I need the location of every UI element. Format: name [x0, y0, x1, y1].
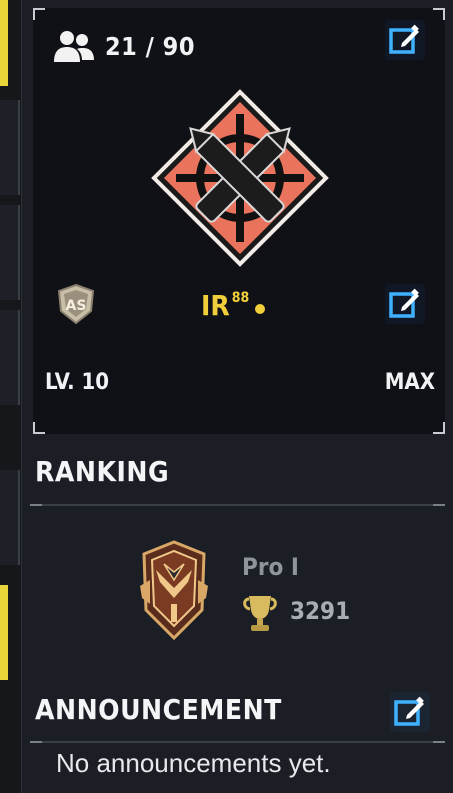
status-dot-icon [255, 304, 266, 314]
edit-clan-button[interactable] [385, 20, 425, 60]
level-status: MAX [384, 370, 435, 395]
members-icon [53, 29, 95, 63]
rail-accent-bottom [0, 585, 8, 680]
edit-tag-button[interactable] [385, 284, 425, 324]
ranking-divider [30, 504, 445, 506]
rail-tab-4[interactable] [0, 470, 20, 565]
corner-bracket [433, 8, 445, 20]
clan-level: LV. 10 [45, 370, 110, 395]
rail-tab-2[interactable] [0, 205, 20, 300]
corner-bracket [33, 8, 45, 20]
clan-card: 21 / 90 AS IR 88 LV. 10 MAX [33, 8, 445, 434]
announcement-text: No announcements yet. [56, 748, 331, 778]
rank-tier: Pro I [242, 553, 299, 581]
ranking-title: RANKING [35, 455, 170, 488]
trophy-icon [243, 596, 277, 631]
edit-icon [394, 696, 424, 726]
left-rail [0, 0, 22, 793]
member-count-text: 21 / 90 [105, 31, 195, 61]
announcement-divider [30, 741, 445, 743]
clan-tag: IR 88 [201, 288, 266, 328]
edit-icon [389, 288, 419, 318]
corner-bracket [433, 422, 445, 434]
corner-bracket [33, 422, 45, 434]
rail-accent-top [0, 0, 8, 86]
clan-badge-icon: AS [57, 283, 95, 325]
edit-icon [389, 24, 419, 54]
rail-tab-1[interactable] [0, 100, 20, 195]
clan-tag-suffix: 88 [231, 290, 250, 306]
edit-announcement-button[interactable] [390, 692, 430, 732]
clan-badge-text: AS [66, 298, 87, 314]
clan-tag-main: IR [201, 289, 230, 322]
rail-tab-3[interactable] [0, 310, 20, 405]
announcement-title: ANNOUNCEMENT [35, 693, 282, 726]
member-count: 21 / 90 [53, 26, 195, 66]
clan-emblem[interactable] [150, 88, 330, 268]
rank-score: 3291 [290, 597, 351, 625]
rank-badge-icon [140, 540, 208, 641]
